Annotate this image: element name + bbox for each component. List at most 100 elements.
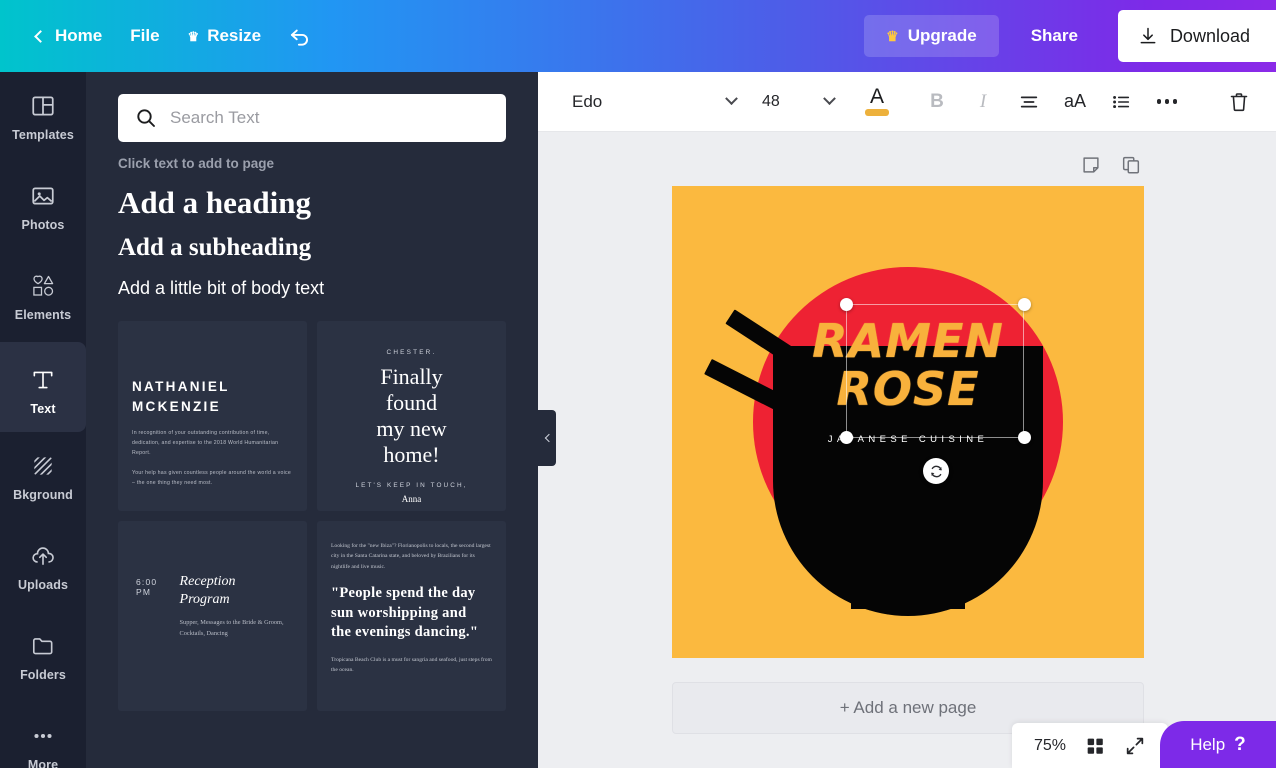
file-label: File [130, 26, 160, 45]
download-options-button[interactable] [1238, 0, 1276, 72]
bold-label: B [930, 90, 944, 112]
resize-handle-bottom-right[interactable] [1018, 431, 1031, 444]
list-button[interactable] [1098, 80, 1144, 124]
card-quote: "People spend the day sun worshipping an… [331, 584, 492, 643]
font-family-value: Edo [572, 91, 603, 111]
sidebar-item-text[interactable]: Text [0, 342, 86, 432]
help-question-mark: ? [1234, 733, 1246, 755]
folder-icon [32, 637, 53, 654]
help-button[interactable]: Help ? [1160, 721, 1276, 768]
resize-handle-bottom-left[interactable] [840, 431, 853, 444]
share-button[interactable]: Share [1009, 15, 1100, 57]
grid-view-button[interactable] [1084, 735, 1106, 757]
background-hatch-icon [34, 456, 52, 475]
text-template-card[interactable]: 6:00 PM Reception Program Supper, Messag… [118, 521, 307, 711]
sidebar-item-folders[interactable]: Folders [0, 612, 86, 702]
resize-button[interactable]: ♛ Resize [174, 18, 276, 54]
sidebar-item-more[interactable]: More [0, 702, 86, 768]
card-quote-l3: the evenings dancing." [331, 624, 479, 641]
card-headline-l2: found [385, 389, 438, 415]
text-template-card[interactable]: CHESTER. Finally found my new home! LET'… [317, 321, 506, 511]
duplicate-page-button[interactable] [1118, 152, 1144, 178]
card-title-line2: Program [179, 592, 230, 608]
chevron-left-icon [34, 29, 47, 43]
delete-button[interactable] [1216, 80, 1262, 124]
home-button[interactable]: Home [22, 18, 116, 54]
top-toolbar-left: Home File ♛ Resize [0, 15, 325, 57]
text-color-A-icon: A [865, 86, 889, 116]
card-title-line1: Reception [179, 574, 236, 589]
panel-collapse-button[interactable] [538, 410, 556, 466]
search-icon [137, 109, 155, 127]
sidebar-item-label: Text [30, 402, 56, 416]
card-body-p1: In recognition of your outstanding contr… [132, 430, 279, 457]
download-arrow-icon [1140, 27, 1156, 44]
sidebar-item-bkground[interactable]: Bkground [0, 432, 86, 522]
resize-label: Resize [207, 26, 262, 45]
resize-handle-top-right[interactable] [1018, 298, 1031, 311]
add-subheading-option[interactable]: Add a subheading [86, 234, 538, 262]
canvas-area: RAMEN ROSE JAPANESE CUISINE + Add a new … [538, 132, 1276, 768]
fullscreen-button[interactable] [1124, 735, 1146, 757]
sidebar-item-templates[interactable]: Templates [0, 72, 86, 162]
duplicate-page-icon [1122, 156, 1140, 174]
more-options-button[interactable] [1144, 80, 1190, 124]
editor-area: Edo 48 A B I aA RAMEN ROSE JAPANESE CUIS… [538, 72, 1276, 768]
card-eyebrow: CHESTER. [386, 349, 437, 356]
left-rail: Templates Photos Elements Text Bkground … [0, 72, 86, 768]
sidebar-item-label: Folders [20, 667, 66, 682]
templates-icon [32, 95, 54, 116]
card-footer: LET'S KEEP IN TOUCH, [355, 481, 468, 489]
card-footer: Tropicana Beach Club is a must for sangr… [331, 656, 492, 674]
home-label: Home [55, 26, 103, 45]
align-button[interactable] [1006, 80, 1052, 124]
card-body: In recognition of your outstanding contr… [132, 428, 293, 488]
card-headline-l3: my new [376, 415, 447, 441]
upgrade-button[interactable]: ♛ Upgrade [864, 15, 999, 57]
undo-button[interactable] [275, 15, 325, 57]
sidebar-item-uploads[interactable]: Uploads [0, 522, 86, 612]
add-body-text-option[interactable]: Add a little bit of body text [86, 278, 538, 299]
bullet-list-icon [1113, 95, 1130, 108]
trash-icon [1230, 92, 1248, 111]
add-heading-option[interactable]: Add a heading [86, 185, 538, 221]
italic-button[interactable]: I [960, 80, 1006, 124]
page-tools [1078, 152, 1144, 178]
zoom-level[interactable]: 75% [1034, 737, 1066, 755]
text-panel: Click text to add to page Add a heading … [86, 72, 538, 768]
sidebar-item-label: Uploads [17, 577, 68, 592]
chevron-down-icon [823, 92, 836, 106]
font-family-select[interactable]: Edo [564, 82, 744, 122]
notes-button[interactable] [1078, 152, 1104, 178]
rotate-handle[interactable] [923, 458, 949, 484]
card-headline-l4: home! [383, 441, 440, 467]
text-color-button[interactable]: A [854, 80, 900, 124]
font-size-value: 48 [762, 92, 780, 110]
search-box[interactable] [118, 94, 506, 142]
text-spacing-button[interactable]: aA [1052, 80, 1098, 124]
align-center-icon [1020, 96, 1038, 107]
text-template-card[interactable]: NATHANIEL MCKENZIE In recognition of you… [118, 321, 307, 511]
search-input[interactable] [170, 108, 490, 128]
text-template-card[interactable]: Looking for the "new Ibiza"? Florianopol… [317, 521, 506, 711]
chevron-left-icon [544, 433, 553, 443]
spacing-label: aA [1063, 91, 1087, 111]
card-title-line1: NATHANIEL [132, 379, 230, 394]
add-new-page-label: + Add a new page [839, 698, 977, 717]
card-text-block: Reception Program Supper, Messages to th… [180, 573, 293, 639]
sidebar-item-elements[interactable]: Elements [0, 252, 86, 342]
design-canvas[interactable]: RAMEN ROSE JAPANESE CUISINE [672, 186, 1144, 658]
sidebar-item-label: More [27, 757, 59, 768]
file-menu-button[interactable]: File [116, 18, 173, 54]
upgrade-label: Upgrade [907, 26, 977, 45]
bold-button[interactable]: B [914, 80, 960, 124]
text-T-icon [33, 371, 53, 389]
panel-hint: Click text to add to page [118, 156, 275, 171]
sidebar-item-photos[interactable]: Photos [0, 162, 86, 252]
card-quote-l2: sun worshipping and [331, 604, 467, 621]
selection-bounding-box [846, 304, 1024, 438]
card-title-line2: MCKENZIE [132, 398, 221, 414]
font-size-select[interactable]: 48 [756, 82, 840, 122]
resize-handle-top-left[interactable] [840, 298, 853, 311]
chevron-down-icon [725, 92, 738, 106]
